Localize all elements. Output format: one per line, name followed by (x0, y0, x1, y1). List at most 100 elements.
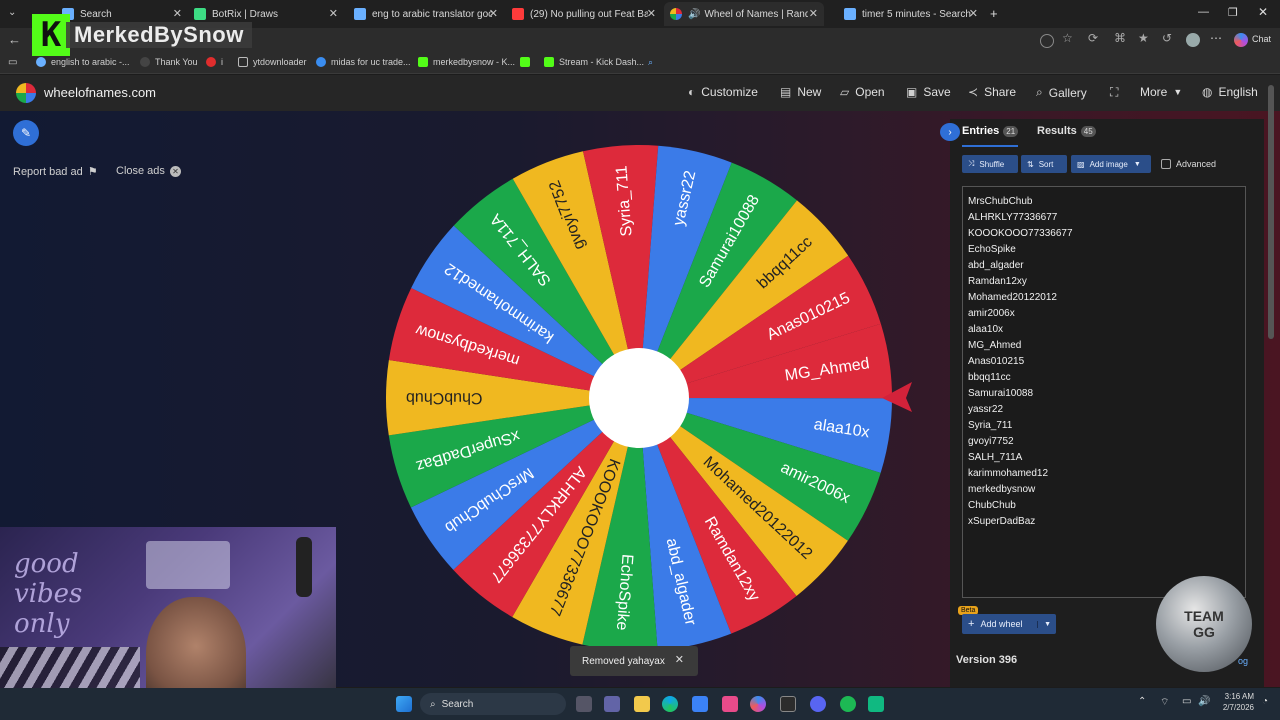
entry-item: karimmohamed12 (968, 468, 1049, 479)
close-ads-link[interactable]: Close ads ✕ (116, 165, 181, 177)
changelog-link[interactable]: og (1238, 656, 1248, 666)
page-scrollbar[interactable] (1268, 85, 1274, 339)
gallery-button[interactable]: ⌕ Gallery (1036, 85, 1087, 100)
file-explorer-icon[interactable] (634, 696, 650, 712)
share-button[interactable]: ≺ Share (968, 85, 1016, 99)
active-tab-indicator (962, 145, 1018, 147)
close-icon[interactable]: ✕ (647, 7, 656, 20)
new-tab-icon[interactable]: + (990, 6, 998, 21)
reader-icon[interactable] (1040, 34, 1054, 48)
tab-entries[interactable]: Entries 21 (962, 125, 1019, 137)
chat-label[interactable]: Chat (1252, 34, 1271, 44)
advanced-checkbox[interactable] (1161, 159, 1171, 169)
close-icon[interactable]: ✕ (969, 7, 978, 20)
taskbar-search[interactable]: ⌕ Search (420, 693, 566, 715)
new-button[interactable]: ▤ New (780, 85, 821, 99)
tab-results[interactable]: Results 45 (1037, 125, 1096, 137)
windows-start-icon[interactable] (396, 696, 412, 712)
folder-icon (238, 57, 248, 67)
collapse-panel-button[interactable]: › (940, 123, 960, 141)
add-wheel-button[interactable]: + Add wheel ▼ (962, 614, 1056, 634)
bookmark-item[interactable]: midas for uc trade... (316, 57, 411, 67)
close-icon[interactable]: ✕ (329, 7, 338, 20)
close-icon[interactable]: ✕ (675, 653, 684, 666)
search-tab-icon (354, 8, 366, 20)
add-image-button[interactable]: ▨ Add image ▼ (1071, 155, 1151, 173)
save-icon: ▣ (906, 85, 918, 99)
split-screen-icon[interactable]: ⌘ (1114, 31, 1126, 45)
entry-item: alaa10x (968, 324, 1004, 335)
minimize-icon[interactable]: — (1198, 6, 1209, 18)
close-icon[interactable]: ✕ (489, 7, 498, 20)
network-icon[interactable]: ⌔ (1160, 696, 1169, 709)
back-icon[interactable]: ← (8, 32, 21, 47)
discord-icon[interactable] (810, 696, 826, 712)
chevron-right-icon: › (948, 126, 952, 138)
tab-translator[interactable]: eng to arabic translator google - S ✕ (348, 2, 504, 26)
tab-timer[interactable]: timer 5 minutes - Search ✕ (838, 2, 984, 26)
wheel-logo-icon[interactable] (16, 83, 36, 103)
window-close-icon[interactable]: ✕ (1258, 5, 1268, 19)
close-icon[interactable]: ✕ (173, 7, 182, 20)
profile-avatar[interactable] (1186, 33, 1200, 47)
task-view-icon[interactable] (576, 696, 592, 712)
entry-item: bbqq11cc (968, 372, 1011, 383)
customize-button[interactable]: ◐ Customize (688, 85, 758, 99)
tab-wheel-of-names[interactable]: 🔊 Wheel of Names | Random n ✕ (664, 2, 824, 26)
teams-icon[interactable] (604, 696, 620, 712)
close-icon[interactable]: ✕ (809, 7, 818, 20)
clock-time[interactable]: 3:16 AM (1220, 692, 1254, 701)
bookmark-folder-icon[interactable]: ▭ (8, 57, 17, 68)
volume-icon[interactable]: 🔊 (1198, 696, 1210, 707)
shuffle-button[interactable]: ⤨ Shuffle (962, 155, 1018, 173)
app-icon[interactable] (722, 696, 738, 712)
wheel-hub[interactable] (589, 348, 689, 448)
battery-icon[interactable]: ▭ (1182, 696, 1191, 707)
bookmark-item[interactable]: i (206, 57, 223, 67)
notifications-icon[interactable]: ◔ (1262, 696, 1268, 707)
bookmark-item[interactable]: Thank You (140, 57, 198, 67)
site-name[interactable]: wheelofnames.com (44, 85, 156, 100)
name-wheel[interactable]: MG_Ahmedalaa10xamir2006xMohamed20122012R… (384, 143, 894, 653)
share-icon: ≺ (968, 85, 979, 99)
clock-date[interactable]: 2/7/2026 (1220, 703, 1254, 712)
entry-item: Anas010215 (968, 356, 1025, 367)
folder-icon: ▱ (840, 85, 850, 99)
copilot-icon[interactable] (1234, 33, 1248, 47)
fullscreen-button[interactable]: ⛶ (1110, 85, 1124, 100)
copilot-taskbar-icon[interactable] (750, 696, 766, 712)
youtube-tab-icon (512, 8, 524, 20)
chevron-down-icon[interactable]: ▼ (1037, 620, 1051, 628)
chevron-up-icon[interactable]: ⌃ (1138, 696, 1146, 707)
bookmark-item[interactable] (520, 57, 535, 67)
speaker-icon[interactable]: 🔊 (688, 9, 700, 20)
notepad-icon[interactable] (868, 696, 884, 712)
save-button[interactable]: ▣ Save (906, 85, 951, 99)
favorite-star-icon[interactable]: ☆ (1062, 31, 1073, 45)
bookmark-item[interactable]: ytdownloader (238, 57, 307, 67)
favorites-icon[interactable]: ★ (1138, 31, 1149, 45)
open-button[interactable]: ▱ Open (840, 85, 885, 99)
sort-button[interactable]: ⇅ Sort (1021, 155, 1067, 173)
bookmark-item[interactable]: Stream - Kick Dash... (544, 57, 644, 67)
tab-list-icon[interactable]: ⌄ (8, 7, 16, 18)
bookmark-item[interactable]: merkedbysnow - K... (418, 57, 515, 67)
tab-youtube[interactable]: (29) No pulling out Feat Baz ✕ (506, 2, 662, 26)
history-icon[interactable]: ↺ (1162, 31, 1172, 45)
results-count-badge: 45 (1080, 125, 1096, 137)
bookmark-item[interactable]: english to arabic -... (36, 57, 130, 67)
obs-icon[interactable] (780, 696, 796, 712)
language-button[interactable]: ◍ English (1202, 85, 1258, 99)
edit-button[interactable]: ✎ (13, 120, 39, 146)
more-menu-icon[interactable]: ⋯ (1210, 31, 1222, 45)
chrome-icon[interactable] (840, 696, 856, 712)
advanced-label: Advanced (1176, 159, 1217, 169)
more-button[interactable]: More ▼ (1140, 85, 1182, 99)
extensions-icon[interactable]: ⟳ (1088, 31, 1098, 45)
store-icon[interactable] (692, 696, 708, 712)
report-bad-ad-link[interactable]: Report bad ad ⚑ (13, 165, 98, 179)
tab-label: Wheel of Names | Random n (704, 8, 809, 20)
search-bookmark-icon[interactable]: ⌕ (648, 57, 653, 68)
edge-icon[interactable] (662, 696, 678, 712)
restore-icon[interactable]: ❐ (1228, 6, 1238, 19)
